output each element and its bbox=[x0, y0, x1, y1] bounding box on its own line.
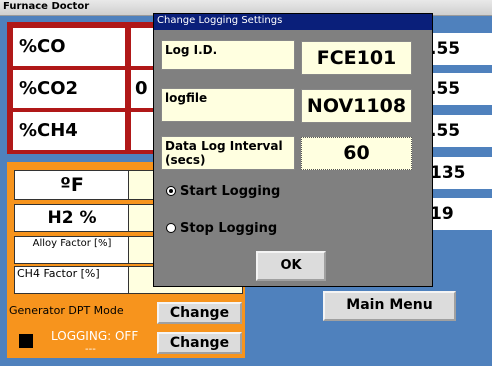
alloy-factor-label: Alloy Factor [%] bbox=[14, 236, 130, 264]
data-log-interval-field[interactable]: 60 bbox=[301, 137, 412, 170]
ch4-label: %CH4 bbox=[13, 112, 125, 150]
stop-logging-radio[interactable] bbox=[166, 223, 176, 233]
main-menu-button[interactable]: Main Menu bbox=[323, 291, 456, 321]
generator-dpt-mode-label: Generator DPT Mode bbox=[9, 304, 124, 317]
start-logging-radio[interactable] bbox=[166, 186, 176, 196]
furnace-doctor-window: Furnace Doctor %CO %CO2 0 %CH4 .55 .55 .… bbox=[0, 0, 492, 366]
dialog-titlebar: Change Logging Settings bbox=[154, 14, 432, 30]
start-logging-label: Start Logging bbox=[180, 184, 281, 199]
start-logging-option[interactable]: Start Logging bbox=[166, 184, 280, 199]
h2-label: H2 % bbox=[14, 204, 130, 232]
logging-indicator bbox=[19, 334, 33, 348]
stop-logging-label: Stop Logging bbox=[180, 221, 278, 236]
co2-label: %CO2 bbox=[13, 70, 125, 108]
logging-substatus: --- bbox=[85, 344, 96, 355]
data-log-interval-label: Data Log Interval (secs) bbox=[161, 136, 295, 170]
logfile-field[interactable]: NOV1108 bbox=[301, 89, 412, 123]
temperature-unit-label: ºF bbox=[14, 170, 130, 200]
ok-button[interactable]: OK bbox=[256, 251, 326, 281]
change-logging-settings-dialog: Change Logging Settings Log I.D. FCE101 … bbox=[153, 13, 433, 287]
logging-status: LOGGING: OFF bbox=[51, 329, 139, 343]
log-id-label: Log I.D. bbox=[161, 40, 295, 70]
stop-logging-option[interactable]: Stop Logging bbox=[166, 221, 277, 236]
window-title: Furnace Doctor bbox=[3, 1, 90, 12]
dialog-title: Change Logging Settings bbox=[157, 15, 283, 26]
co-label: %CO bbox=[13, 28, 125, 66]
change-mode-button[interactable]: Change bbox=[157, 302, 242, 324]
log-id-field[interactable]: FCE101 bbox=[301, 41, 412, 75]
ch4-factor-label: CH4 Factor [%] bbox=[14, 266, 130, 294]
gas-readings-panel: %CO %CO2 0 %CH4 bbox=[7, 22, 175, 154]
logfile-label: logfile bbox=[161, 88, 295, 122]
change-logging-button[interactable]: Change bbox=[157, 332, 242, 354]
